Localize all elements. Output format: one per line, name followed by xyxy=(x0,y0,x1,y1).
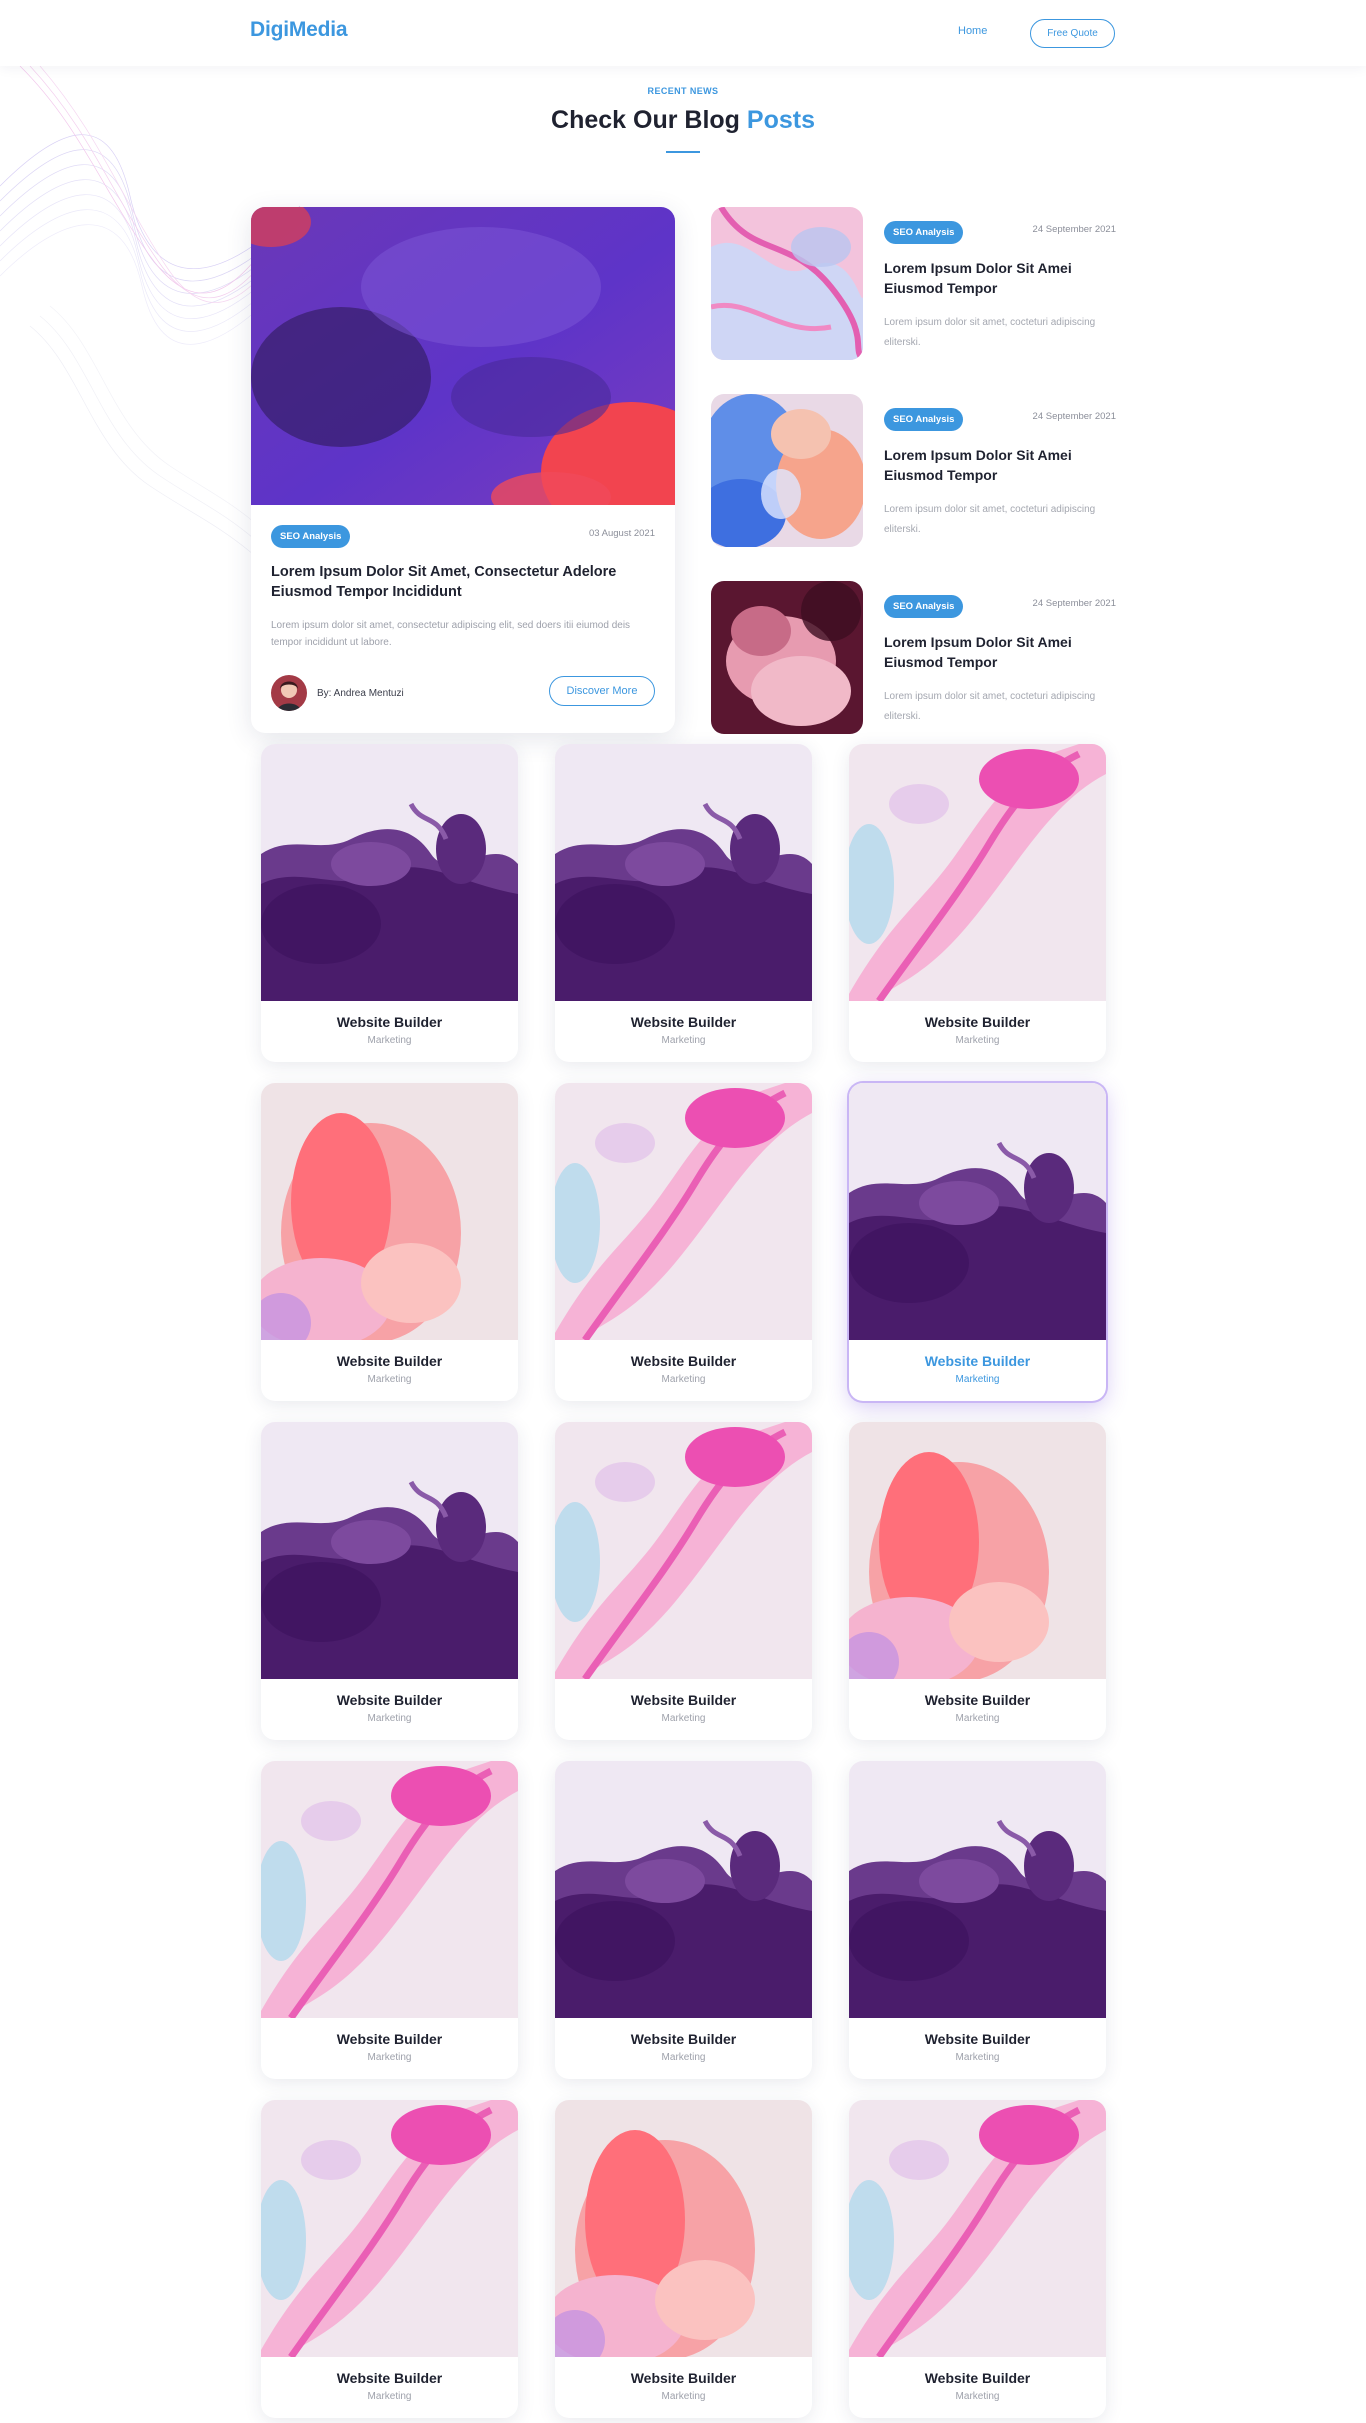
author-avatar xyxy=(271,675,307,711)
portfolio-card-title[interactable]: Website Builder xyxy=(261,2370,518,2386)
portfolio-card-category: Marketing xyxy=(367,1713,412,1724)
side-post-tag[interactable]: SEO Analysis xyxy=(884,408,964,431)
side-post-date: 24 September 2021 xyxy=(1032,224,1116,235)
portfolio-card-image xyxy=(849,1422,1106,1679)
portfolio-card[interactable]: Website Builder Marketing xyxy=(849,1083,1106,1401)
portfolio-card-image xyxy=(849,2100,1106,2357)
side-post-card[interactable]: SEO Analysis 24 September 2021 Lorem Ips… xyxy=(711,394,1116,547)
portfolio-card-category: Marketing xyxy=(661,2052,706,2063)
portfolio-card-category: Marketing xyxy=(661,1374,706,1385)
side-post-card[interactable]: SEO Analysis 24 September 2021 Lorem Ips… xyxy=(711,581,1116,734)
section-title: Check Our Blog Posts xyxy=(0,106,1366,135)
featured-post-card[interactable]: SEO Analysis 03 August 2021 Lorem Ipsum … xyxy=(251,207,675,733)
portfolio-card-category: Marketing xyxy=(955,2052,1000,2063)
portfolio-card-image xyxy=(555,2100,812,2357)
portfolio-card-category: Marketing xyxy=(367,1374,412,1385)
section-title-main: Check Our Blog xyxy=(551,106,747,134)
portfolio-card[interactable]: Website Builder Marketing xyxy=(849,2100,1106,2418)
featured-post-image xyxy=(251,207,675,505)
portfolio-card[interactable]: Website Builder Marketing xyxy=(555,744,812,1062)
portfolio-card[interactable]: Website Builder Marketing xyxy=(261,1083,518,1401)
portfolio-card[interactable]: Website Builder Marketing xyxy=(261,744,518,1062)
portfolio-card-category: Marketing xyxy=(661,2391,706,2402)
portfolio-card-title[interactable]: Website Builder xyxy=(555,1014,812,1030)
side-post-tag[interactable]: SEO Analysis xyxy=(884,221,964,244)
portfolio-card-title[interactable]: Website Builder xyxy=(555,2031,812,2047)
portfolio-card-title[interactable]: Website Builder xyxy=(849,2031,1106,2047)
portfolio-card[interactable]: Website Builder Marketing xyxy=(261,1422,518,1740)
portfolio-grid: Website Builder Marketing Website Builde… xyxy=(261,744,1106,2418)
portfolio-card[interactable]: Website Builder Marketing xyxy=(849,744,1106,1062)
portfolio-card-title[interactable]: Website Builder xyxy=(261,1014,518,1030)
featured-post-title[interactable]: Lorem Ipsum Dolor Sit Amet, Consectetur … xyxy=(271,562,651,602)
featured-post-tag[interactable]: SEO Analysis xyxy=(271,525,351,548)
portfolio-card-image xyxy=(261,2100,518,2357)
portfolio-card[interactable]: Website Builder Marketing xyxy=(555,1761,812,2079)
featured-post-author: By: Andrea Mentuzi xyxy=(317,688,404,699)
portfolio-card-image xyxy=(849,744,1106,1001)
side-post-excerpt: Lorem ipsum dolor sit amet, cocteturi ad… xyxy=(884,691,1096,722)
portfolio-card-title[interactable]: Website Builder xyxy=(849,1353,1106,1369)
featured-post-date: 03 August 2021 xyxy=(588,528,655,539)
portfolio-card-category: Marketing xyxy=(367,2391,412,2402)
portfolio-card-title[interactable]: Website Builder xyxy=(555,1692,812,1708)
side-post-tag[interactable]: SEO Analysis xyxy=(884,595,964,618)
portfolio-card-image xyxy=(849,1761,1106,2018)
side-post-title[interactable]: Lorem Ipsum Dolor Sit Amei Eiusmod Tempo… xyxy=(884,258,1104,298)
portfolio-card-title[interactable]: Website Builder xyxy=(261,2031,518,2047)
portfolio-card-title[interactable]: Website Builder xyxy=(849,2370,1106,2386)
portfolio-card-title[interactable]: Website Builder xyxy=(849,1692,1106,1708)
portfolio-card-title[interactable]: Website Builder xyxy=(261,1692,518,1708)
logo[interactable]: DigiMedia xyxy=(250,18,348,42)
portfolio-card[interactable]: Website Builder Marketing xyxy=(849,1761,1106,2079)
portfolio-card[interactable]: Website Builder Marketing xyxy=(261,1761,518,2079)
portfolio-card-category: Marketing xyxy=(367,1035,412,1046)
title-underline xyxy=(666,151,700,153)
side-post-thumbnail[interactable] xyxy=(711,207,863,360)
side-post-thumbnail[interactable] xyxy=(711,581,863,734)
portfolio-card[interactable]: Website Builder Marketing xyxy=(555,2100,812,2418)
portfolio-card-title[interactable]: Website Builder xyxy=(555,1353,812,1369)
portfolio-card[interactable]: Website Builder Marketing xyxy=(555,1083,812,1401)
portfolio-card-image xyxy=(555,744,812,1001)
nav-link-home[interactable]: Home xyxy=(958,25,987,37)
portfolio-card-title[interactable]: Website Builder xyxy=(849,1014,1106,1030)
section-eyebrow: RECENT NEWS xyxy=(647,86,719,96)
portfolio-card-image xyxy=(555,1422,812,1679)
portfolio-card-image xyxy=(261,1083,518,1340)
portfolio-card-title[interactable]: Website Builder xyxy=(261,1353,518,1369)
side-post-excerpt: Lorem ipsum dolor sit amet, cocteturi ad… xyxy=(884,504,1096,535)
portfolio-card-image xyxy=(261,1422,518,1679)
discover-more-button[interactable]: Discover More xyxy=(549,676,655,706)
portfolio-card-category: Marketing xyxy=(661,1035,706,1046)
portfolio-card-image xyxy=(555,1083,812,1340)
portfolio-card-category: Marketing xyxy=(661,1713,706,1724)
portfolio-card-image xyxy=(555,1761,812,2018)
free-quote-button[interactable]: Free Quote xyxy=(1030,19,1115,48)
portfolio-card-category: Marketing xyxy=(955,1713,1000,1724)
side-post-excerpt: Lorem ipsum dolor sit amet, cocteturi ad… xyxy=(884,317,1096,348)
portfolio-card-image xyxy=(261,1761,518,2018)
side-post-date: 24 September 2021 xyxy=(1032,411,1116,422)
portfolio-card-image xyxy=(261,744,518,1001)
portfolio-card-image xyxy=(849,1083,1106,1340)
portfolio-card[interactable]: Website Builder Marketing xyxy=(555,1422,812,1740)
portfolio-card[interactable]: Website Builder Marketing xyxy=(261,2100,518,2418)
side-post-date: 24 September 2021 xyxy=(1032,598,1116,609)
side-post-thumbnail[interactable] xyxy=(711,394,863,547)
portfolio-card-category: Marketing xyxy=(955,2391,1000,2402)
side-post-title[interactable]: Lorem Ipsum Dolor Sit Amei Eiusmod Tempo… xyxy=(884,445,1104,485)
portfolio-card[interactable]: Website Builder Marketing xyxy=(849,1422,1106,1740)
portfolio-card-category: Marketing xyxy=(955,1374,1000,1385)
portfolio-card-category: Marketing xyxy=(367,2052,412,2063)
site-header: DigiMedia Home Free Quote xyxy=(0,0,1366,66)
portfolio-card-category: Marketing xyxy=(955,1035,1000,1046)
side-post-card[interactable]: SEO Analysis 24 September 2021 Lorem Ips… xyxy=(711,207,1116,360)
section-title-accent: Posts xyxy=(746,106,815,134)
featured-post-excerpt: Lorem ipsum dolor sit amet, consectetur … xyxy=(271,620,631,648)
side-post-title[interactable]: Lorem Ipsum Dolor Sit Amei Eiusmod Tempo… xyxy=(884,632,1104,672)
portfolio-card-title[interactable]: Website Builder xyxy=(555,2370,812,2386)
